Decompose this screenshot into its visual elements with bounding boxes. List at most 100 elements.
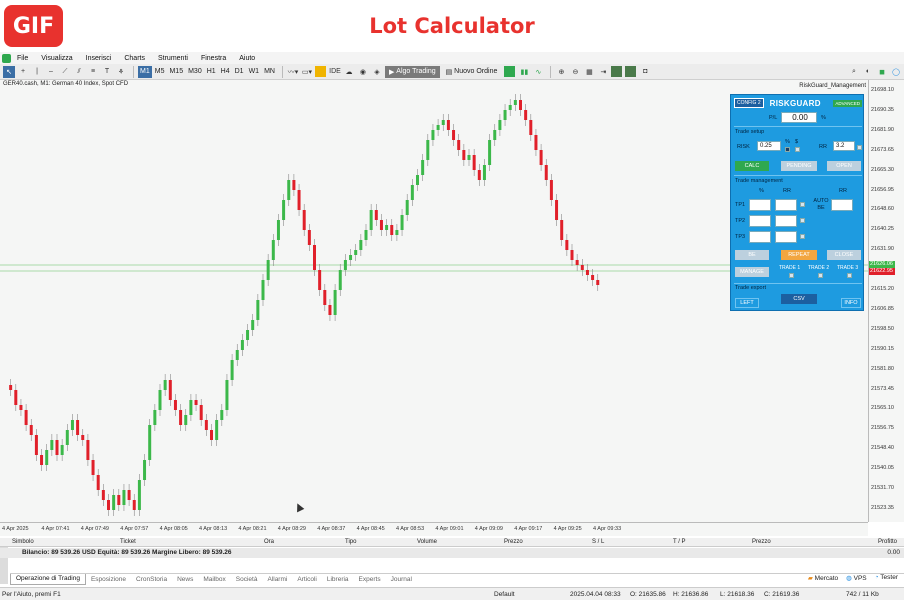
tp1-rr-input[interactable] — [775, 199, 797, 211]
manage-button[interactable]: MANAGE — [735, 267, 769, 277]
channel-icon[interactable]: ⫽ — [73, 66, 85, 78]
timeframe-m5[interactable]: M5 — [153, 66, 167, 78]
tp1-percent-input[interactable] — [749, 199, 771, 211]
info-button[interactable]: INFO — [841, 298, 861, 308]
advanced-button[interactable]: ADVANCED — [833, 99, 862, 107]
tab-news[interactable]: News — [172, 574, 198, 585]
tab-company[interactable]: Società — [231, 574, 263, 585]
line-chart-icon[interactable]: ∿ — [532, 66, 544, 78]
indicator-line-icon[interactable]: 〰▾ — [287, 66, 299, 78]
trade3-checkbox[interactable] — [847, 273, 852, 278]
repeat-button[interactable]: REPEAT — [781, 250, 817, 260]
community-icon[interactable]: ◯ — [890, 66, 902, 78]
text-tool-icon[interactable]: T — [101, 66, 113, 78]
left-button[interactable]: LEFT — [735, 298, 759, 308]
timeframe-w1[interactable]: W1 — [247, 66, 262, 78]
chat-icon[interactable]: ☁ — [343, 66, 355, 78]
pending-button[interactable]: PENDING — [781, 161, 817, 171]
col-tp[interactable]: T / P — [673, 539, 686, 545]
menu-view[interactable]: Visualizza — [41, 55, 72, 62]
scroll-chart-icon[interactable]: ⇥ — [597, 66, 609, 78]
experts-icon[interactable] — [314, 66, 326, 77]
timeframe-m1[interactable]: M1 — [138, 65, 152, 78]
risk-percent-checkbox[interactable] — [785, 147, 790, 152]
col-type[interactable]: Tipo — [345, 539, 356, 545]
rr-input[interactable]: 3.2 — [833, 141, 855, 151]
timeframe-mn[interactable]: MN — [262, 66, 277, 78]
risk-currency-checkbox[interactable] — [795, 147, 800, 152]
timeframe-h1[interactable]: H1 — [205, 66, 218, 78]
new-order-button[interactable]: ▤ Nuovo Ordine — [443, 66, 501, 78]
template-icon[interactable]: ▭▾ — [301, 66, 313, 78]
timeframe-d1[interactable]: D1 — [233, 66, 246, 78]
market-link[interactable]: ▰ Mercato — [808, 574, 838, 582]
open-button[interactable]: OPEN — [827, 161, 861, 171]
trade2-checkbox[interactable] — [818, 273, 823, 278]
ide-button[interactable]: IDE — [329, 66, 341, 78]
col-sl[interactable]: S / L — [592, 539, 604, 545]
tab-mailbox[interactable]: Mailbox — [198, 574, 230, 585]
menu-window[interactable]: Finestra — [201, 55, 226, 62]
tile-windows-icon[interactable]: ▦ — [583, 66, 595, 78]
rr-checkbox[interactable] — [857, 145, 862, 150]
tp2-percent-input[interactable] — [749, 215, 771, 227]
tab-alerts[interactable]: Allarmi — [262, 574, 292, 585]
timeframe-h4[interactable]: H4 — [219, 66, 232, 78]
screenshot-icon[interactable]: ◘ — [639, 66, 651, 78]
tab-history[interactable]: CronStoria — [131, 574, 172, 585]
vertical-line-icon[interactable]: | — [31, 66, 43, 78]
status-profile[interactable]: Default — [494, 591, 515, 598]
col-volume[interactable]: Volume — [417, 539, 437, 545]
logo-mt-icon[interactable]: ◼ — [876, 66, 888, 78]
tp3-checkbox[interactable] — [800, 234, 805, 239]
tp3-percent-input[interactable] — [749, 231, 771, 243]
tp3-rr-input[interactable] — [775, 231, 797, 243]
timeframe-m15[interactable]: M15 — [167, 66, 185, 78]
market-icon[interactable]: ◈ — [371, 66, 383, 78]
crosshair-tool-icon[interactable]: + — [17, 66, 29, 78]
auto-be-input[interactable] — [831, 199, 853, 211]
menu-file[interactable]: File — [17, 55, 28, 62]
csv-button[interactable]: CSV — [781, 294, 817, 304]
config-button[interactable]: CONFIG 2 — [734, 98, 764, 108]
fibonacci-icon[interactable]: ≡ — [87, 66, 99, 78]
auto-scroll-icon[interactable] — [611, 66, 623, 77]
horizontal-line-icon[interactable]: – — [45, 66, 57, 78]
account-icon[interactable]: ◐ — [862, 66, 874, 78]
time-axis[interactable]: 4 Apr 2025 4 Apr 07:41 4 Apr 07:49 4 Apr 07… — [0, 522, 868, 536]
tab-trade[interactable]: Operazione di Trading — [10, 573, 86, 585]
be-button[interactable]: BE — [735, 250, 769, 260]
tab-experts[interactable]: Experts — [354, 574, 386, 585]
close-button[interactable]: CLOSE — [827, 250, 861, 260]
menu-charts[interactable]: Charts — [124, 55, 145, 62]
menu-insert[interactable]: Inserisci — [86, 55, 112, 62]
price-scale[interactable]: 21698.10 21690.35 21681.90 21673.65 21665.30… — [868, 80, 904, 522]
trade1-checkbox[interactable] — [789, 273, 794, 278]
zoom-out-icon[interactable]: ⊖ — [569, 66, 581, 78]
chart-shift-icon[interactable] — [625, 66, 637, 77]
shapes-tool-icon[interactable]: ⚘ — [115, 66, 127, 78]
tp2-rr-input[interactable] — [775, 215, 797, 227]
menu-help[interactable]: Aiuto — [239, 55, 255, 62]
calc-button[interactable]: CALC — [735, 161, 769, 171]
tp2-checkbox[interactable] — [800, 218, 805, 223]
tab-journal[interactable]: Journal — [386, 574, 417, 585]
col-symbol[interactable]: Simbolo — [12, 539, 34, 545]
menu-tools[interactable]: Strumenti — [158, 55, 188, 62]
candlestick-icon[interactable]: ▮▮ — [518, 66, 530, 78]
tp1-checkbox[interactable] — [800, 202, 805, 207]
col-price-current[interactable]: Prezzo — [752, 539, 771, 545]
col-ticket[interactable]: Ticket — [120, 539, 136, 545]
zoom-in-icon[interactable]: ⊕ — [555, 66, 567, 78]
risk-input[interactable]: 0.25 — [757, 141, 781, 151]
tab-articles[interactable]: Articoli — [292, 574, 322, 585]
trendline-icon[interactable]: ⟋ — [59, 66, 71, 78]
tab-library[interactable]: Libreria — [322, 574, 354, 585]
col-time[interactable]: Ora — [264, 539, 274, 545]
cursor-tool-icon[interactable]: ↖ — [3, 65, 15, 78]
search-icon[interactable]: ⌕ — [848, 66, 860, 78]
timeframe-m30[interactable]: M30 — [186, 66, 204, 78]
tester-link[interactable]: ◔ Tester — [875, 574, 898, 582]
vps-link[interactable]: ◍ VPS — [846, 574, 867, 582]
bar-chart-icon[interactable] — [504, 66, 516, 77]
